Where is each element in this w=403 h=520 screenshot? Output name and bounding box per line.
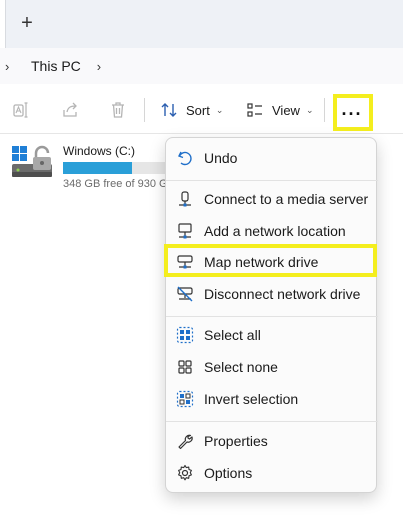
menu-item-select-none[interactable]: Select none	[166, 352, 378, 382]
more-options-icon: ...	[341, 99, 363, 119]
drive-name: Windows (C:)	[63, 144, 136, 158]
drive-usage-bar	[63, 162, 173, 174]
breadcrumb-this-pc[interactable]: This PC	[31, 58, 81, 74]
menu-item-disconnect-network-drive[interactable]: Disconnect network drive	[166, 279, 378, 309]
media-server-icon	[179, 191, 191, 207]
chevron-down-icon: ⌄	[215, 104, 224, 115]
menu-item-add-network-location[interactable]: Add a network location	[166, 216, 378, 246]
sort-label: Sort	[186, 102, 210, 118]
menu-separator	[166, 316, 378, 317]
menu-item-label: Add a network location	[204, 223, 346, 239]
tab-strip: +	[0, 0, 403, 48]
undo-icon	[178, 151, 192, 166]
breadcrumb-chevron-icon[interactable]: ›	[5, 59, 17, 74]
breadcrumb-expand-chevron-icon[interactable]: ›	[97, 59, 101, 74]
menu-item-options[interactable]: Options	[166, 458, 378, 488]
view-button[interactable]: View ⌄	[246, 96, 314, 124]
command-separator	[324, 98, 325, 122]
menu-item-label: Map network drive	[204, 254, 319, 270]
menu-item-invert-selection[interactable]: Invert selection	[166, 384, 378, 414]
command-separator	[144, 98, 145, 122]
disconnect-network-drive-icon	[177, 286, 193, 302]
select-none-icon	[178, 360, 192, 374]
menu-item-map-network-drive[interactable]: Map network drive	[166, 247, 378, 277]
menu-item-undo[interactable]: Undo	[166, 143, 378, 173]
menu-item-label: Invert selection	[204, 391, 299, 407]
drive-free-space: 348 GB free of 930 GB	[63, 178, 175, 190]
drive-usage-fill	[63, 162, 133, 174]
menu-item-label: Disconnect network drive	[204, 286, 361, 302]
drive-with-lock-icon	[12, 145, 52, 177]
menu-item-label: Connect to a media server	[204, 191, 369, 207]
network-location-icon	[178, 223, 192, 239]
sort-button[interactable]: Sort ⌄	[160, 96, 223, 124]
menu-item-label: Properties	[204, 433, 268, 449]
active-tab-edge[interactable]	[0, 0, 6, 48]
view-label: View	[272, 102, 300, 118]
menu-item-label: Select none	[204, 359, 278, 375]
chevron-down-icon: ⌄	[305, 104, 314, 115]
menu-item-properties[interactable]: Properties	[166, 426, 378, 456]
new-tab-button[interactable]: +	[16, 12, 38, 34]
more-options-menu: Undo Connect to a media server Add a net…	[165, 137, 378, 493]
invert-selection-icon	[176, 390, 194, 408]
delete-icon[interactable]	[108, 100, 128, 120]
map-network-drive-icon	[177, 255, 193, 269]
wrench-icon	[178, 434, 193, 450]
share-icon[interactable]	[61, 100, 81, 120]
see-more-button[interactable]: ...	[335, 97, 369, 127]
menu-separator	[166, 421, 378, 422]
rename-icon[interactable]	[12, 100, 32, 120]
menu-item-connect-media-server[interactable]: Connect to a media server	[166, 184, 378, 214]
view-icon	[247, 103, 262, 117]
menu-separator	[166, 180, 378, 181]
menu-item-label: Options	[204, 465, 253, 481]
sort-icon	[161, 103, 177, 117]
select-all-icon	[176, 326, 194, 344]
drive-item-windows-c[interactable]: Windows (C:) 348 GB free of 930 GB	[10, 142, 175, 192]
menu-item-label: Select all	[204, 327, 261, 343]
menu-item-label: Undo	[204, 150, 238, 166]
gear-icon	[178, 464, 192, 481]
address-bar[interactable]: › This PC ›	[0, 48, 403, 84]
menu-item-select-all[interactable]: Select all	[166, 320, 378, 350]
